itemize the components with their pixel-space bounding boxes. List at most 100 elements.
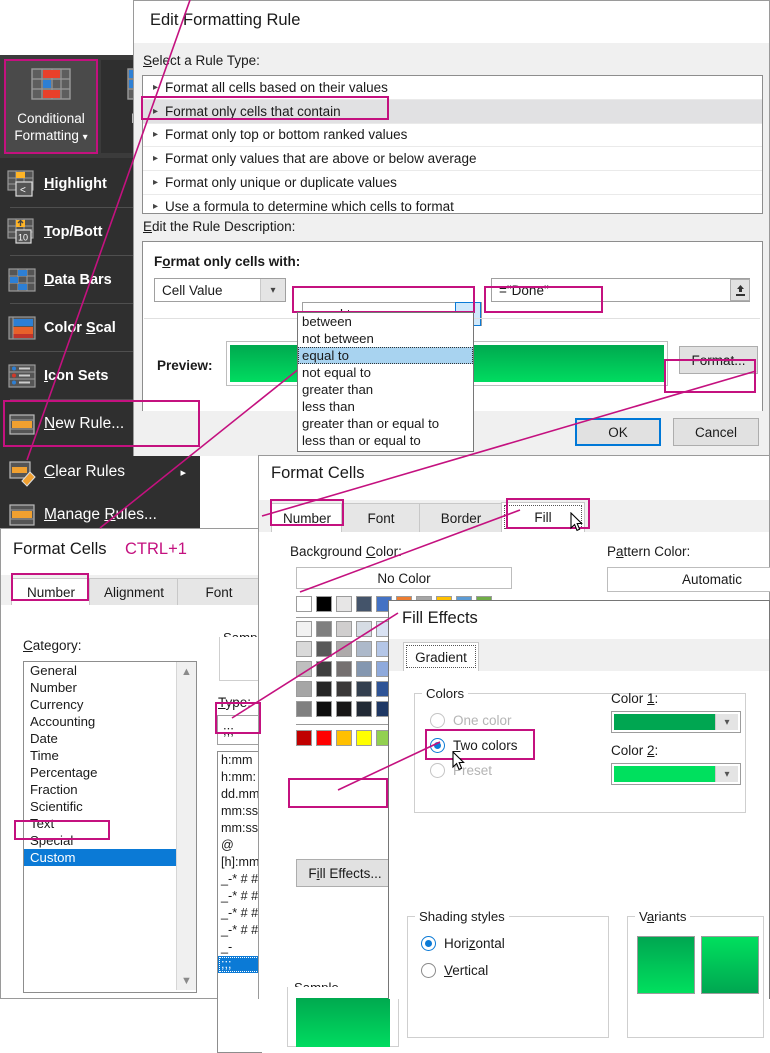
pattern-color-combo[interactable]: Automatic (607, 567, 770, 592)
radio-vertical[interactable]: Vertical (421, 963, 488, 978)
tab-fill[interactable]: Fill (501, 502, 585, 532)
ok-button[interactable]: OK (575, 418, 661, 446)
type-item-1[interactable]: h:mm: (218, 769, 262, 786)
category-item-2[interactable]: Currency (24, 696, 196, 713)
category-item-5[interactable]: Time (24, 747, 196, 764)
radio-horizontal[interactable]: Horizontal (421, 936, 505, 951)
rule-type-item-2[interactable]: ▸ Format only top or bottom ranked value… (143, 124, 762, 148)
operator-option-2[interactable]: equal to (298, 347, 473, 364)
type-item-2[interactable]: dd.mm (218, 786, 262, 803)
operator-option-0[interactable]: between (298, 313, 473, 330)
chevron-down-icon[interactable]: ▾ (715, 766, 738, 782)
color-swatch[interactable] (336, 641, 352, 657)
category-list[interactable]: General Number Currency Accounting Date … (23, 661, 197, 993)
type-item-0[interactable]: h:mm (218, 752, 262, 769)
palette-grid-tints[interactable] (296, 621, 392, 717)
color-swatch[interactable] (316, 621, 332, 637)
category-item-10[interactable]: Special (24, 832, 196, 849)
radio-icon[interactable] (430, 763, 445, 778)
radio-two-colors[interactable]: Two colors (430, 738, 518, 753)
category-item-1[interactable]: Number (24, 679, 196, 696)
color-swatch[interactable] (356, 621, 372, 637)
tab-font[interactable]: Font (341, 503, 421, 532)
color2-swatch-combo[interactable]: ▾ (611, 763, 741, 785)
radio-icon[interactable] (421, 936, 436, 951)
color-swatch[interactable] (316, 661, 332, 677)
type-item-8[interactable]: _-* # # (218, 888, 262, 905)
color-swatch[interactable] (356, 596, 372, 612)
cell-value-combo[interactable]: Cell Value ▾ (154, 278, 286, 302)
color1-swatch-combo[interactable]: ▾ (611, 711, 741, 733)
tab-gradient[interactable]: Gradient (403, 642, 479, 671)
conditional-formatting-button[interactable]: Conditional Formatting ▾ (5, 60, 97, 153)
tab-border[interactable]: Border (419, 503, 503, 532)
rule-type-list[interactable]: ▸ Format all cells based on their values… (142, 75, 763, 214)
operator-option-3[interactable]: not equal to (298, 364, 473, 381)
tab-font[interactable]: Font (177, 578, 261, 606)
color-swatch[interactable] (356, 701, 372, 717)
radio-icon[interactable] (430, 738, 445, 753)
rule-type-item-5[interactable]: ▸ Use a formula to determine which cells… (143, 195, 762, 218)
color-swatch[interactable] (316, 596, 332, 612)
operator-option-6[interactable]: greater than or equal to (298, 415, 473, 432)
type-item-12[interactable]: ;;; (218, 956, 262, 973)
color-swatch[interactable] (316, 730, 332, 746)
type-item-3[interactable]: mm:ss (218, 803, 262, 820)
type-item-7[interactable]: _-* # # (218, 871, 262, 888)
category-item-0[interactable]: General (24, 662, 196, 679)
category-item-3[interactable]: Accounting (24, 713, 196, 730)
operator-dropdown-list[interactable]: between not between equal to not equal t… (297, 312, 474, 452)
color-swatch[interactable] (296, 661, 312, 677)
type-input[interactable]: ;;; (217, 715, 261, 745)
chevron-up-icon[interactable]: ▲ (177, 662, 196, 681)
chevron-down-icon[interactable]: ▾ (260, 279, 285, 301)
type-list[interactable]: h:mm h:mm: dd.mm mm:ss mm:ss @ [h]:mm _-… (217, 751, 262, 1053)
color-swatch[interactable] (316, 701, 332, 717)
category-scrollbar[interactable]: ▲ ▼ (176, 662, 196, 990)
category-item-8[interactable]: Scientific (24, 798, 196, 815)
color-swatch[interactable] (336, 730, 352, 746)
type-item-9[interactable]: _-* # # (218, 905, 262, 922)
operator-option-4[interactable]: greater than (298, 381, 473, 398)
color-swatch[interactable] (316, 641, 332, 657)
cancel-button[interactable]: Cancel (673, 418, 759, 446)
rule-type-item-4[interactable]: ▸ Format only unique or duplicate values (143, 171, 762, 195)
rule-type-item-0[interactable]: ▸ Format all cells based on their values (143, 76, 762, 100)
color-swatch[interactable] (336, 596, 352, 612)
rule-type-item-1[interactable]: ▸ Format only cells that contain (143, 100, 762, 124)
color-swatch[interactable] (296, 701, 312, 717)
operator-option-5[interactable]: less than (298, 398, 473, 415)
color-swatch[interactable] (296, 596, 312, 612)
type-item-4[interactable]: mm:ss (218, 820, 262, 837)
variant-swatch-2[interactable] (701, 936, 759, 994)
fill-effects-button[interactable]: Fill Effects... (296, 859, 394, 887)
no-color-button[interactable]: No Color (296, 567, 512, 589)
color-swatch[interactable] (296, 730, 312, 746)
color-swatch[interactable] (356, 661, 372, 677)
category-item-4[interactable]: Date (24, 730, 196, 747)
tab-number[interactable]: Number (11, 578, 91, 606)
chevron-down-icon[interactable]: ▼ (177, 971, 196, 990)
color-swatch[interactable] (296, 681, 312, 697)
radio-icon[interactable] (430, 713, 445, 728)
color-swatch[interactable] (336, 701, 352, 717)
category-item-9[interactable]: Text (24, 815, 196, 832)
tab-number[interactable]: Number (271, 503, 343, 532)
chevron-down-icon[interactable]: ▾ (715, 714, 738, 730)
color-swatch[interactable] (316, 681, 332, 697)
range-picker-icon[interactable] (730, 279, 750, 301)
category-item-7[interactable]: Fraction (24, 781, 196, 798)
category-item-6[interactable]: Percentage (24, 764, 196, 781)
radio-preset[interactable]: Preset (430, 763, 492, 778)
type-item-5[interactable]: @ (218, 837, 262, 854)
radio-icon[interactable] (421, 963, 436, 978)
rule-type-item-3[interactable]: ▸ Format only values that are above or b… (143, 147, 762, 171)
operator-option-1[interactable]: not between (298, 330, 473, 347)
color-swatch[interactable] (336, 681, 352, 697)
value-input[interactable]: ="Done" (491, 278, 750, 302)
color-swatch[interactable] (336, 621, 352, 637)
tab-alignment[interactable]: Alignment (89, 578, 179, 606)
color-swatch[interactable] (296, 641, 312, 657)
color-swatch[interactable] (336, 661, 352, 677)
radio-one-color[interactable]: One color (430, 713, 512, 728)
